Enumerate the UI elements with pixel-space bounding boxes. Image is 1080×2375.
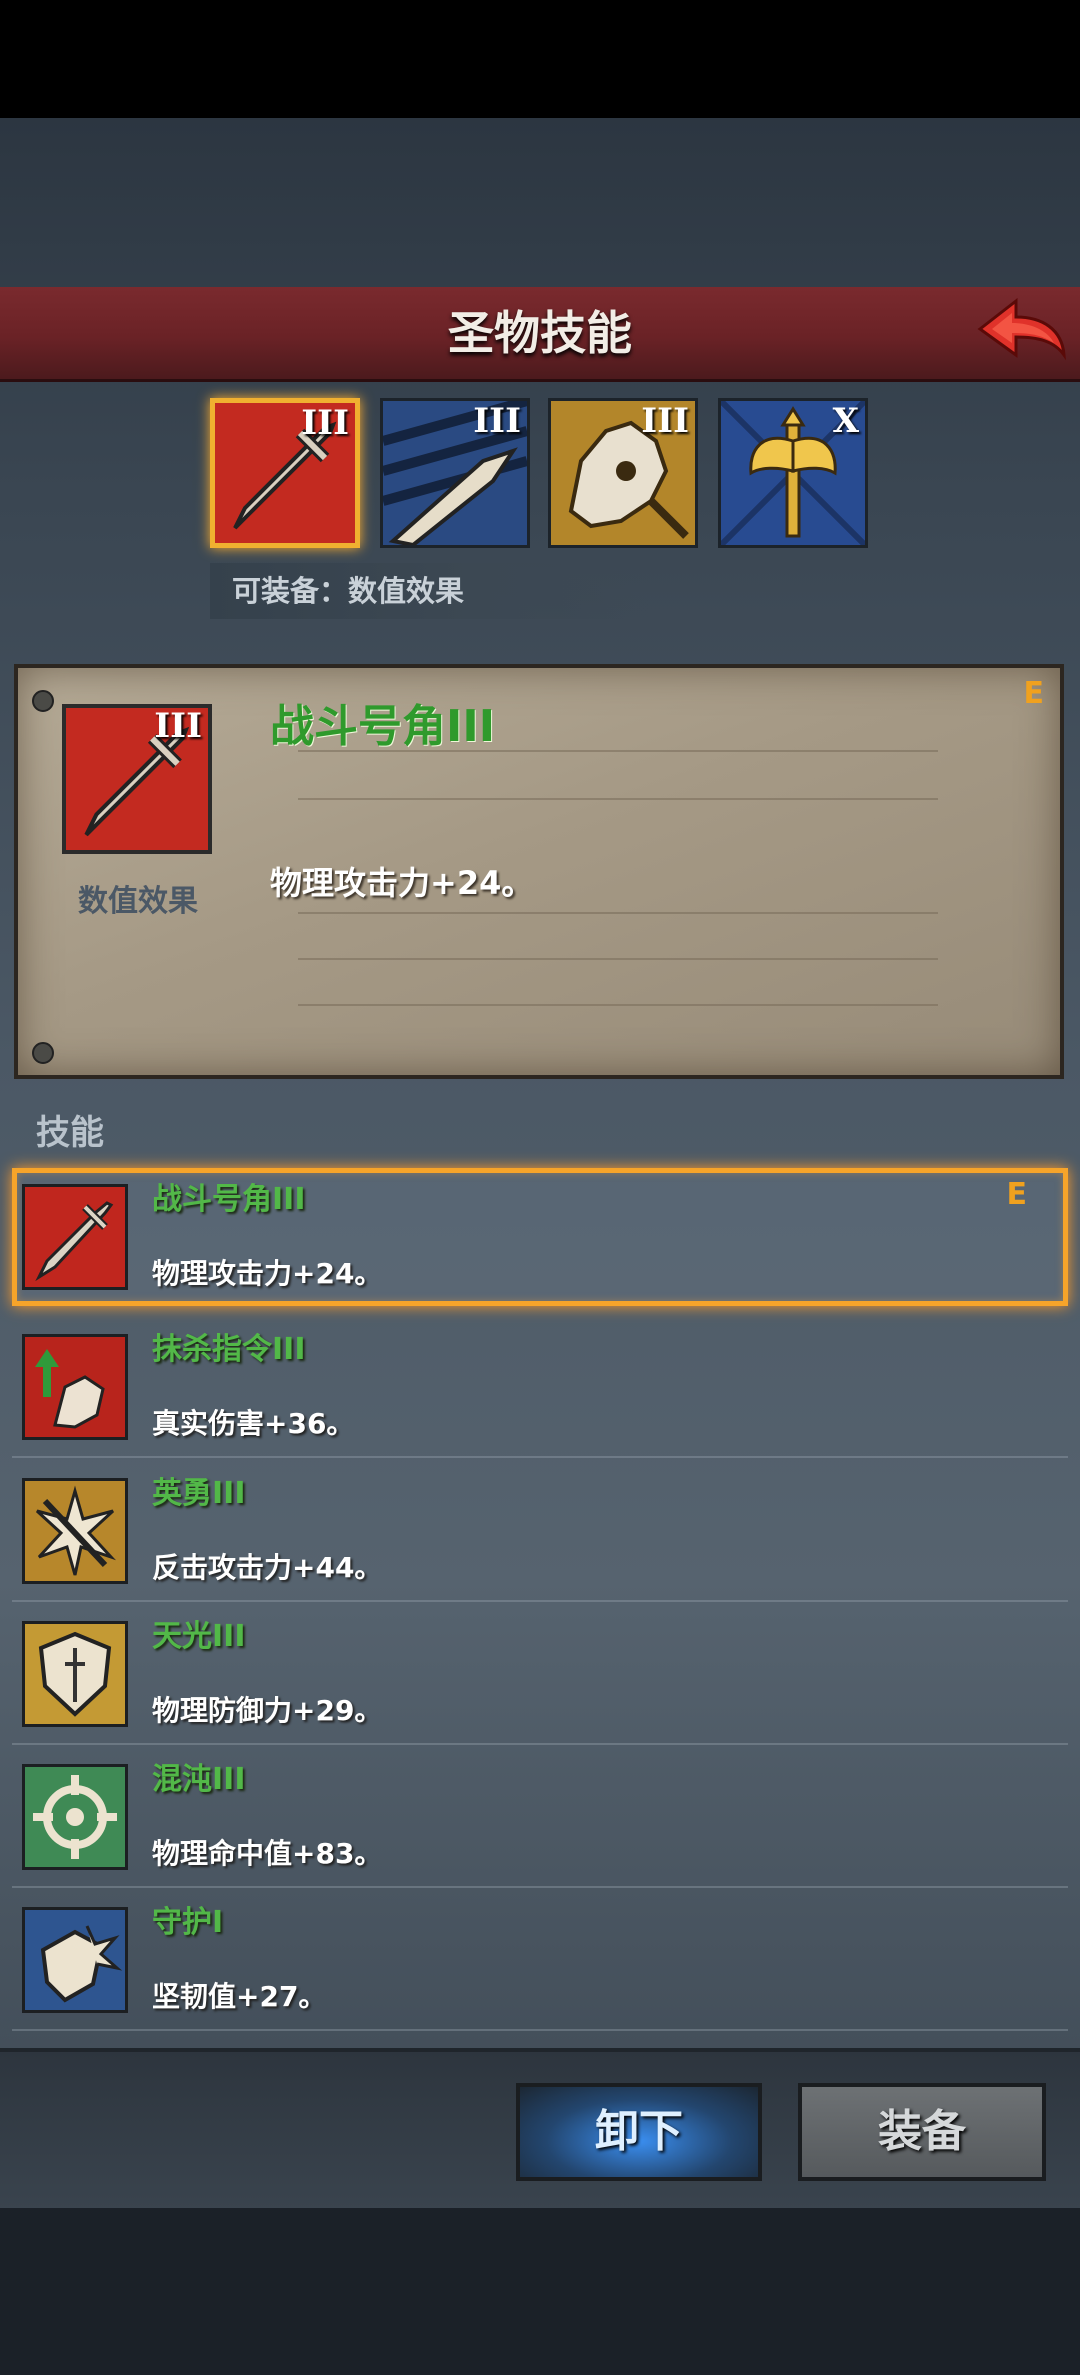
detail-skill-effect: 物理攻击力+24。 bbox=[270, 864, 534, 902]
shield-icon bbox=[22, 1621, 128, 1727]
relic-level: III bbox=[301, 403, 349, 443]
skill-name: 英勇III bbox=[152, 1476, 246, 1511]
detail-skill-icon: III bbox=[62, 704, 212, 854]
equipped-badge: E bbox=[1006, 1177, 1028, 1212]
sword-icon bbox=[22, 1184, 128, 1290]
equip-type-bar: 可装备：数值效果 bbox=[210, 563, 650, 619]
skill-desc: 反击攻击力+44。 bbox=[152, 1551, 383, 1584]
relic-slot-1[interactable]: III bbox=[210, 398, 360, 548]
relic-level: III bbox=[473, 401, 521, 441]
skills-section-label: 技能 bbox=[36, 1113, 104, 1153]
relic-slot-4[interactable]: X bbox=[718, 398, 868, 548]
back-button[interactable] bbox=[976, 295, 1068, 371]
relic-level: X bbox=[832, 401, 859, 441]
header-bar: 圣物技能 bbox=[0, 287, 1080, 382]
rivet bbox=[32, 690, 54, 712]
divider bbox=[298, 1004, 938, 1006]
broken-shield-glyph bbox=[40, 1925, 123, 2003]
relic-slot-2[interactable]: III bbox=[380, 396, 530, 548]
skill-desc: 物理攻击力+24。 bbox=[152, 1257, 383, 1290]
skill-desc: 坚韧值+27。 bbox=[152, 1980, 327, 2013]
equip-button[interactable]: 装备 bbox=[798, 2083, 1046, 2181]
skill-name: 守护I bbox=[152, 1905, 224, 1940]
starburst-glyph bbox=[35, 1485, 117, 1576]
skill-desc: 物理防御力+29。 bbox=[152, 1694, 383, 1727]
skill-row-chaos[interactable]: 混沌III 物理命中值+83。 bbox=[12, 1748, 1068, 1888]
skill-name: 战斗号角III bbox=[152, 1182, 306, 1217]
shield-glyph bbox=[38, 1631, 112, 1717]
fist-glyph bbox=[35, 1349, 105, 1429]
skill-name: 天光III bbox=[152, 1619, 246, 1654]
skill-row-guard[interactable]: 守护I 坚韧值+27。 bbox=[12, 1891, 1068, 2031]
starburst-arrow-icon bbox=[22, 1478, 128, 1584]
detail-skill-name: 战斗号角III bbox=[270, 701, 496, 752]
divider bbox=[298, 958, 938, 960]
detail-level: III bbox=[154, 706, 202, 746]
skill-name: 抹杀指令III bbox=[152, 1332, 306, 1367]
crosshair-glyph bbox=[33, 1775, 117, 1859]
equip-type-label: 可装备：数值效果 bbox=[232, 574, 465, 608]
skill-row-battle-horn[interactable]: 战斗号角III 物理攻击力+24。 E bbox=[12, 1168, 1068, 1306]
skill-name: 混沌III bbox=[152, 1762, 246, 1797]
relic-level: III bbox=[641, 401, 689, 441]
sword-glyph bbox=[35, 1201, 114, 1282]
skill-row-valor[interactable]: 英勇III 反击攻击力+44。 bbox=[12, 1462, 1068, 1602]
equipped-badge: E bbox=[1023, 676, 1045, 711]
relic-slot-3[interactable]: III bbox=[548, 398, 698, 548]
detail-type-label: 数值效果 bbox=[78, 884, 198, 919]
rivet bbox=[32, 1042, 54, 1064]
skill-row-skylight[interactable]: 天光III 物理防御力+29。 bbox=[12, 1605, 1068, 1745]
back-arrow-icon bbox=[977, 297, 1066, 361]
skill-desc: 真实伤害+36。 bbox=[152, 1407, 355, 1440]
divider bbox=[298, 912, 938, 914]
fist-arrow-icon bbox=[22, 1334, 128, 1440]
divider bbox=[298, 798, 938, 800]
skill-row-annihilate[interactable]: 抹杀指令III 真实伤害+36。 bbox=[12, 1318, 1068, 1458]
skill-desc: 物理命中值+83。 bbox=[152, 1837, 383, 1870]
crosshair-icon bbox=[22, 1764, 128, 1870]
relic-detail-panel: III 数值效果 战斗号角III 物理攻击力+24。 E bbox=[14, 664, 1064, 1079]
broken-shield-icon bbox=[22, 1907, 128, 2013]
page-title: 圣物技能 bbox=[448, 306, 632, 360]
bottom-bar bbox=[0, 2208, 1080, 2375]
unequip-button[interactable]: 卸下 bbox=[516, 2083, 762, 2181]
